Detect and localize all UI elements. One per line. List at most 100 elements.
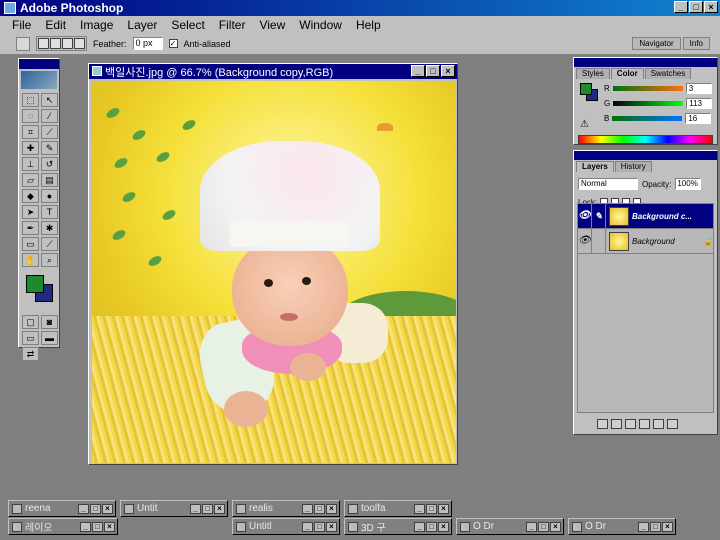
marquee-tool-icon[interactable]: ⬚ xyxy=(22,93,39,107)
layer-style-icon[interactable] xyxy=(597,419,608,429)
minimize-button[interactable]: _ xyxy=(674,1,688,13)
visibility-eye-icon[interactable]: 👁 xyxy=(578,229,592,253)
foreground-color-swatch[interactable] xyxy=(26,275,44,293)
maximize-button[interactable]: □ xyxy=(650,521,661,532)
layers-palette-titlebar[interactable] xyxy=(574,151,717,160)
restore-button[interactable]: _ xyxy=(80,521,91,532)
minimized-window[interactable]: O Dr _ □ × xyxy=(456,518,564,535)
green-slider[interactable] xyxy=(613,101,684,106)
visibility-eye-icon[interactable]: 👁 xyxy=(578,204,592,228)
tab-styles[interactable]: Styles xyxy=(576,68,610,79)
pen-tool-icon[interactable]: ✒ xyxy=(22,221,39,235)
minimized-window[interactable]: 레이오 _ □ × xyxy=(8,518,118,535)
hand-tool-icon[interactable]: ✋ xyxy=(22,253,39,267)
menu-layer[interactable]: Layer xyxy=(121,18,165,32)
blue-value-input[interactable]: 16 xyxy=(685,113,712,124)
maximize-button[interactable]: □ xyxy=(689,1,703,13)
eyedropper-tool-icon[interactable]: ⟋ xyxy=(41,237,58,251)
restore-button[interactable]: _ xyxy=(414,503,425,514)
intersect-selection-icon[interactable] xyxy=(74,38,85,49)
green-value-input[interactable]: 113 xyxy=(686,98,713,109)
menu-edit[interactable]: Edit xyxy=(39,18,74,32)
doc-close-button[interactable]: × xyxy=(441,65,455,77)
new-layer-icon[interactable] xyxy=(653,419,664,429)
layer-mask-icon[interactable] xyxy=(611,419,622,429)
blue-slider[interactable] xyxy=(612,116,683,121)
screen-mode-standard-icon[interactable]: ▭ xyxy=(22,331,39,345)
close-button[interactable]: × xyxy=(102,503,113,514)
image-canvas[interactable] xyxy=(92,81,456,463)
maximize-button[interactable]: □ xyxy=(90,503,101,514)
adobe-logo-icon[interactable] xyxy=(21,71,57,89)
color-foreground-swatch[interactable] xyxy=(580,83,592,95)
restore-button[interactable]: _ xyxy=(638,521,649,532)
close-button[interactable]: × xyxy=(550,521,561,532)
tool-preset-lasso-icon[interactable] xyxy=(16,36,30,51)
gamut-warning-icon[interactable]: ⚠ xyxy=(580,119,589,130)
maximize-button[interactable]: □ xyxy=(314,503,325,514)
menu-filter[interactable]: Filter xyxy=(213,18,254,32)
new-set-icon[interactable] xyxy=(625,419,636,429)
magic-wand-tool-icon[interactable]: ⁄ xyxy=(41,109,58,123)
maximize-button[interactable]: □ xyxy=(314,521,325,532)
restore-button[interactable]: _ xyxy=(302,521,313,532)
restore-button[interactable]: _ xyxy=(190,503,201,514)
close-button[interactable]: × xyxy=(438,503,449,514)
close-button[interactable]: × xyxy=(438,521,449,532)
close-button[interactable]: × xyxy=(662,521,673,532)
zoom-tool-icon[interactable]: ⌕ xyxy=(41,253,58,267)
close-button[interactable]: × xyxy=(326,503,337,514)
toolbox-titlebar[interactable] xyxy=(19,59,59,69)
subtract-selection-icon[interactable] xyxy=(62,38,73,49)
menu-image[interactable]: Image xyxy=(74,18,121,32)
opacity-input[interactable]: 100% xyxy=(675,178,702,190)
dodge-tool-icon[interactable]: ● xyxy=(41,189,58,203)
screen-mode-full-icon[interactable]: ▬ xyxy=(41,331,58,345)
minimized-window[interactable]: Untitl _ □ × xyxy=(232,518,340,535)
document-titlebar[interactable]: 백일사진.jpg @ 66.7% (Background copy,RGB) _… xyxy=(89,64,457,79)
layer-row[interactable]: 👁 Background 🔒 xyxy=(578,229,713,254)
restore-button[interactable]: _ xyxy=(526,521,537,532)
healing-brush-tool-icon[interactable]: ✚ xyxy=(22,141,39,155)
blur-tool-icon[interactable]: ◆ xyxy=(22,189,39,203)
antialiased-checkbox[interactable]: ✓ xyxy=(168,39,178,48)
move-tool-icon[interactable]: ↖ xyxy=(41,93,58,107)
menu-file[interactable]: File xyxy=(6,18,39,32)
crop-tool-icon[interactable]: ⌗ xyxy=(22,125,39,139)
add-selection-icon[interactable] xyxy=(50,38,61,49)
path-selection-tool-icon[interactable]: ➤ xyxy=(22,205,39,219)
maximize-button[interactable]: □ xyxy=(202,503,213,514)
shape-tool-icon[interactable]: ✱ xyxy=(41,221,58,235)
gradient-tool-icon[interactable]: ▤ xyxy=(41,173,58,187)
minimized-window[interactable]: Untit _ □ × xyxy=(120,500,228,517)
history-brush-tool-icon[interactable]: ↺ xyxy=(41,157,58,171)
color-palette-titlebar[interactable] xyxy=(574,58,717,67)
brush-icon[interactable]: ✎ xyxy=(592,204,606,228)
maximize-button[interactable]: □ xyxy=(426,503,437,514)
standard-mode-icon[interactable]: ▢ xyxy=(22,315,39,329)
notes-tool-icon[interactable]: ▭ xyxy=(22,237,39,251)
restore-button[interactable]: _ xyxy=(78,503,89,514)
quick-mask-mode-icon[interactable]: ◙ xyxy=(41,315,58,329)
close-button[interactable]: × xyxy=(326,521,337,532)
menu-select[interactable]: Select xyxy=(165,18,212,32)
slice-tool-icon[interactable]: ⟋ xyxy=(41,125,58,139)
blend-mode-select[interactable]: Normal xyxy=(578,178,638,190)
close-button[interactable]: × xyxy=(214,503,225,514)
adjustment-layer-icon[interactable] xyxy=(639,419,650,429)
restore-button[interactable]: _ xyxy=(302,503,313,514)
feather-input[interactable]: 0 px xyxy=(132,37,163,50)
lasso-tool-icon[interactable]: ◌ xyxy=(22,109,39,123)
minimized-window[interactable]: reena _ □ × xyxy=(8,500,116,517)
menu-view[interactable]: View xyxy=(253,18,293,32)
minimized-window[interactable]: toolfa _ □ × xyxy=(344,500,452,517)
new-selection-icon[interactable] xyxy=(38,38,49,49)
brush-tool-icon[interactable]: ✎ xyxy=(41,141,58,155)
restore-button[interactable]: _ xyxy=(414,521,425,532)
doc-maximize-button[interactable]: □ xyxy=(426,65,440,77)
trash-icon[interactable] xyxy=(667,419,678,429)
eraser-tool-icon[interactable]: ▱ xyxy=(22,173,39,187)
menu-help[interactable]: Help xyxy=(350,18,389,32)
tab-layers[interactable]: Layers xyxy=(576,161,614,172)
clone-stamp-tool-icon[interactable]: ⊥ xyxy=(22,157,39,171)
